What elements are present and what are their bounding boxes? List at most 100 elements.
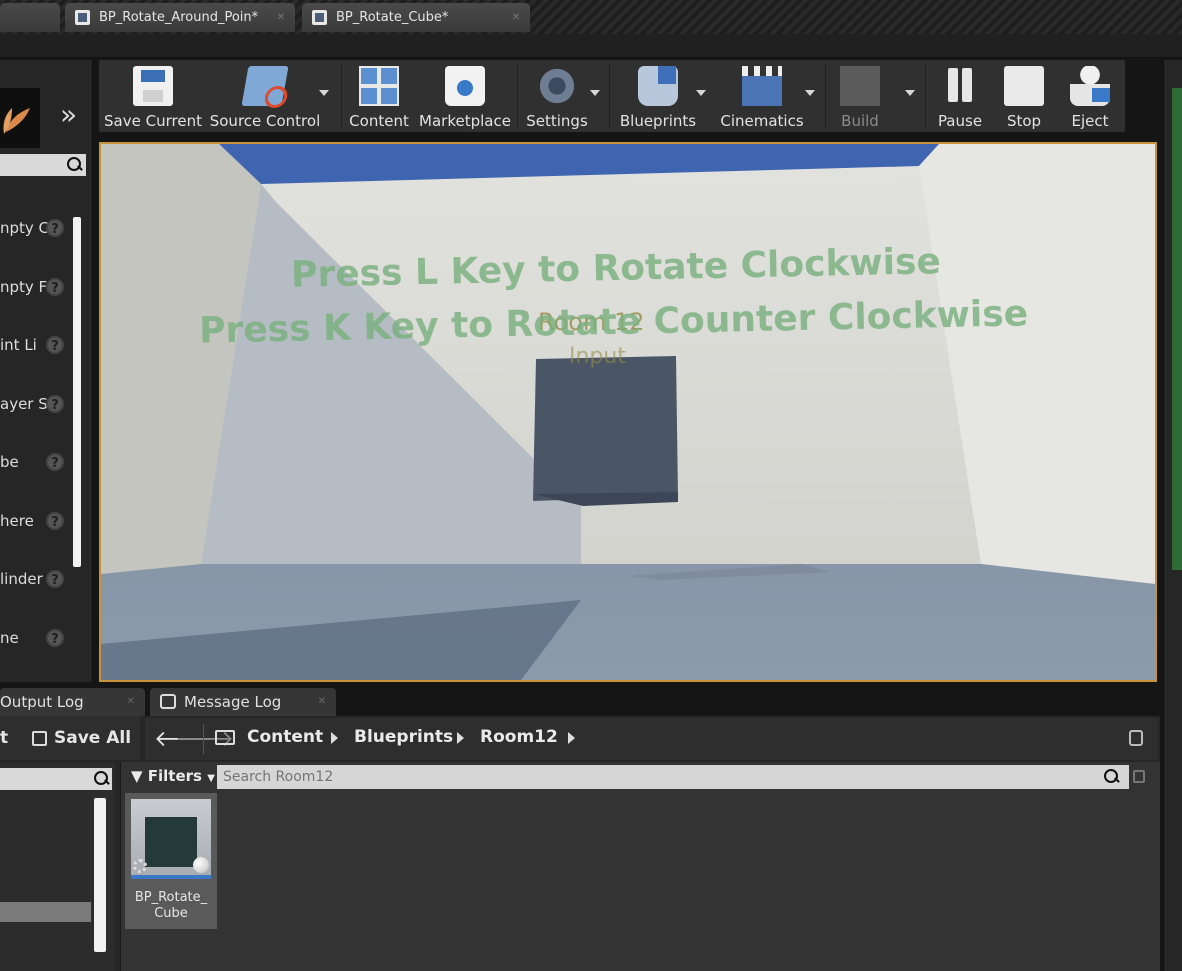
input-label: Input bbox=[569, 344, 626, 369]
clapperboard-icon bbox=[742, 66, 782, 106]
breadcrumb-arrow-icon[interactable] bbox=[331, 732, 338, 744]
help-icon[interactable]: ? bbox=[46, 570, 64, 588]
build-button[interactable]: Build bbox=[831, 60, 889, 132]
source-control-icon bbox=[241, 66, 289, 106]
rotating-cube bbox=[533, 356, 678, 501]
folder-tree-panel bbox=[0, 762, 115, 971]
asset-name-line: BP_Rotate_ bbox=[134, 890, 208, 905]
tab-output-log[interactable]: Output Log ✕ bbox=[0, 688, 145, 716]
tab-message-log[interactable]: Message Log ✕ bbox=[150, 688, 336, 716]
modes-scrollbar[interactable] bbox=[73, 217, 81, 567]
cinematics-dropdown-icon[interactable] bbox=[805, 90, 815, 96]
tab-label: BP_Rotate_Cube* bbox=[336, 10, 449, 25]
settings-button[interactable]: Settings bbox=[523, 60, 591, 132]
toolbar-separator bbox=[341, 64, 342, 128]
settings-dropdown-icon[interactable] bbox=[590, 90, 600, 96]
modes-search-input[interactable] bbox=[0, 154, 86, 176]
source-control-button[interactable]: Source Control bbox=[207, 60, 323, 132]
help-icon[interactable]: ? bbox=[46, 278, 64, 296]
eject-button[interactable]: Eject bbox=[1061, 60, 1119, 132]
chevron-down-icon: ▼ bbox=[207, 773, 215, 784]
folder-tree-scrollbar[interactable] bbox=[94, 798, 106, 952]
breadcrumb-arrow-icon[interactable] bbox=[568, 732, 575, 744]
level-viewport[interactable]: Room 12 Input Press L Key to Rotate Cloc… bbox=[99, 142, 1157, 682]
tab-bp-rotate-around-point[interactable]: BP_Rotate_Around_Poin* ✕ bbox=[65, 3, 295, 32]
save-current-label: Save Current bbox=[104, 112, 202, 130]
folder-tree-selected-row[interactable] bbox=[0, 902, 91, 922]
folder-icon[interactable] bbox=[215, 730, 235, 745]
help-icon[interactable]: ? bbox=[46, 453, 64, 471]
details-panel-edge bbox=[1163, 60, 1182, 971]
marketplace-button[interactable]: Marketplace bbox=[417, 60, 513, 132]
close-icon[interactable]: ✕ bbox=[512, 3, 520, 32]
toolbar-separator bbox=[517, 64, 518, 128]
breadcrumb-room12[interactable]: Room12 bbox=[480, 727, 558, 747]
place-item-cylinder[interactable]: linder ? bbox=[0, 568, 70, 590]
cinematics-label: Cinematics bbox=[720, 112, 804, 130]
filters-button[interactable]: ▼ Filters ▼ bbox=[131, 767, 215, 785]
content-label: Content bbox=[349, 112, 409, 130]
tab-partial[interactable] bbox=[0, 3, 60, 32]
save-current-button[interactable]: Save Current bbox=[103, 60, 203, 132]
content-browser-icon bbox=[359, 66, 399, 106]
expand-chevron-icon[interactable]: » bbox=[60, 100, 77, 130]
document-tab-strip: BP_Rotate_Around_Poin* ✕ BP_Rotate_Cube*… bbox=[0, 0, 1182, 34]
tab-label: BP_Rotate_Around_Poin* bbox=[99, 10, 259, 25]
place-item-empty-pawn[interactable]: npty F ? bbox=[0, 276, 70, 298]
place-item-player-start[interactable]: ayer S ? bbox=[0, 393, 70, 415]
tab-label: Output Log bbox=[0, 693, 84, 711]
search-icon bbox=[93, 771, 109, 787]
pause-button[interactable]: Pause bbox=[931, 60, 989, 132]
folder-search-input[interactable] bbox=[0, 768, 112, 790]
asset-tile-bp-rotate-cube[interactable]: BP_Rotate_ Cube bbox=[125, 793, 217, 929]
lock-icon[interactable] bbox=[1129, 730, 1143, 746]
help-icon[interactable]: ? bbox=[46, 395, 64, 413]
modes-panel: » npty C ? npty F ? int Li ? ayer S ? be… bbox=[0, 60, 93, 682]
help-icon[interactable]: ? bbox=[46, 336, 64, 354]
source-control-dropdown-icon[interactable] bbox=[319, 90, 329, 96]
close-icon[interactable]: ✕ bbox=[127, 688, 135, 716]
help-icon[interactable]: ? bbox=[46, 512, 64, 530]
build-dropdown-icon[interactable] bbox=[905, 90, 915, 96]
tab-label: Message Log bbox=[184, 693, 282, 711]
blueprints-button[interactable]: Blueprints bbox=[615, 60, 701, 132]
save-all-button[interactable]: Save All bbox=[30, 728, 131, 748]
place-item-label: linder bbox=[0, 570, 43, 588]
toolbar-separator bbox=[925, 64, 926, 128]
cube-preview bbox=[145, 817, 197, 867]
stop-icon bbox=[1004, 66, 1044, 106]
save-all-label: Save All bbox=[54, 728, 132, 748]
cinematics-button[interactable]: Cinematics bbox=[719, 60, 805, 132]
place-item-point-light[interactable]: int Li ? bbox=[0, 334, 70, 356]
breadcrumb-arrow-icon[interactable] bbox=[457, 732, 464, 744]
level-toolbar: Save Current Source Control Content Mark… bbox=[99, 60, 1125, 132]
blueprints-gamepad-icon bbox=[638, 66, 678, 106]
tab-bp-rotate-cube[interactable]: BP_Rotate_Cube* ✕ bbox=[302, 3, 530, 32]
divider bbox=[203, 724, 204, 754]
place-item-sphere[interactable]: here ? bbox=[0, 510, 70, 532]
save-icon bbox=[133, 66, 173, 106]
build-label: Build bbox=[841, 112, 879, 130]
outliner-list-strip[interactable] bbox=[1172, 88, 1182, 570]
asset-search-input[interactable] bbox=[217, 765, 1129, 789]
breadcrumb-content[interactable]: Content bbox=[247, 727, 323, 747]
blueprints-label: Blueprints bbox=[619, 112, 697, 130]
stop-button[interactable]: Stop bbox=[997, 60, 1051, 132]
import-button-truncated[interactable]: t bbox=[0, 728, 8, 748]
close-icon[interactable]: ✕ bbox=[318, 688, 326, 716]
breadcrumb-blueprints[interactable]: Blueprints bbox=[354, 727, 453, 747]
blueprints-dropdown-icon[interactable] bbox=[696, 90, 706, 96]
settings-label: Settings bbox=[526, 112, 588, 130]
place-item-cone[interactable]: ne ? bbox=[0, 627, 70, 649]
help-icon[interactable]: ? bbox=[46, 629, 64, 647]
menu-bar bbox=[0, 34, 1182, 58]
search-icon bbox=[66, 157, 82, 173]
place-item-empty-character[interactable]: npty C ? bbox=[0, 217, 70, 239]
content-button[interactable]: Content bbox=[347, 60, 411, 132]
save-search-icon[interactable] bbox=[1133, 770, 1145, 783]
help-icon[interactable]: ? bbox=[46, 219, 64, 237]
mode-tab-foliage-icon[interactable] bbox=[0, 88, 40, 148]
place-item-cube[interactable]: be ? bbox=[0, 451, 70, 473]
asset-view: ▼ Filters ▼ BP_Rotate_ Cube bbox=[120, 762, 1160, 971]
close-icon[interactable]: ✕ bbox=[277, 3, 285, 32]
